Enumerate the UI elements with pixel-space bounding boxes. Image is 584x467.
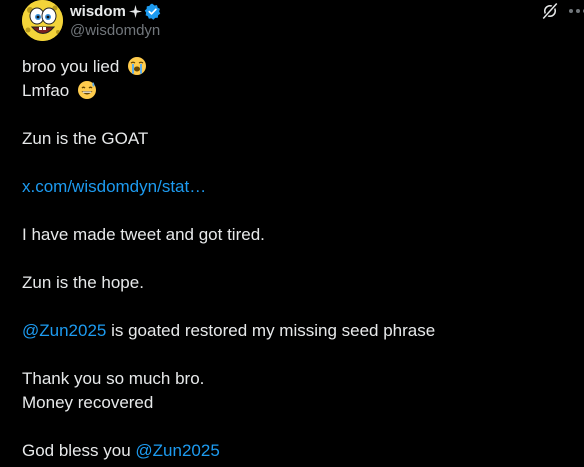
grinning-face-with-sweat-emoji — [77, 81, 96, 99]
text-line: God bless you @Zun2025 — [22, 439, 582, 463]
text-line: Money recovered — [22, 393, 154, 412]
sparkle-icon — [128, 4, 142, 18]
text-line: Thank you so much bro. — [22, 369, 205, 388]
text-line: Lmfao — [22, 79, 582, 103]
mention-link[interactable]: @Zun2025 — [22, 321, 106, 340]
text-line: Zun is the GOAT — [22, 129, 149, 148]
avatar[interactable] — [22, 0, 63, 41]
text-line: Zun is the hope. — [22, 273, 144, 292]
tweet-link[interactable]: x.com/wisdomdyn/stat… — [22, 175, 582, 199]
text-line-content: broo you lied — [22, 57, 120, 76]
avatar-image — [22, 0, 63, 41]
text-line-content: God bless you — [22, 441, 136, 460]
loudly-crying-face-emoji — [128, 57, 147, 75]
tweet-header: wisdom @wisdomdyn — [70, 1, 161, 41]
tweet-text: broo you lied Lmfao Zun is the GOAT x.co… — [22, 55, 582, 463]
text-line-content: is goated restored my missing seed phras… — [106, 321, 436, 340]
text-line: broo you lied — [22, 55, 582, 79]
tweet[interactable]: wisdom @wisdomdyn broo you lied Lmfao Zu… — [0, 0, 584, 467]
name-row: wisdom — [70, 1, 161, 21]
text-line: I have made tweet and got tired. — [22, 225, 265, 244]
text-line: @Zun2025 is goated restored my missing s… — [22, 319, 582, 343]
mention-link[interactable]: @Zun2025 — [135, 441, 219, 460]
handle[interactable]: @wisdomdyn — [70, 21, 161, 41]
grok-icon[interactable] — [541, 2, 559, 20]
text-line-content: Lmfao — [22, 81, 70, 100]
verified-badge-icon[interactable] — [144, 3, 161, 20]
more-icon[interactable] — [568, 8, 584, 14]
display-name[interactable]: wisdom — [70, 3, 126, 20]
